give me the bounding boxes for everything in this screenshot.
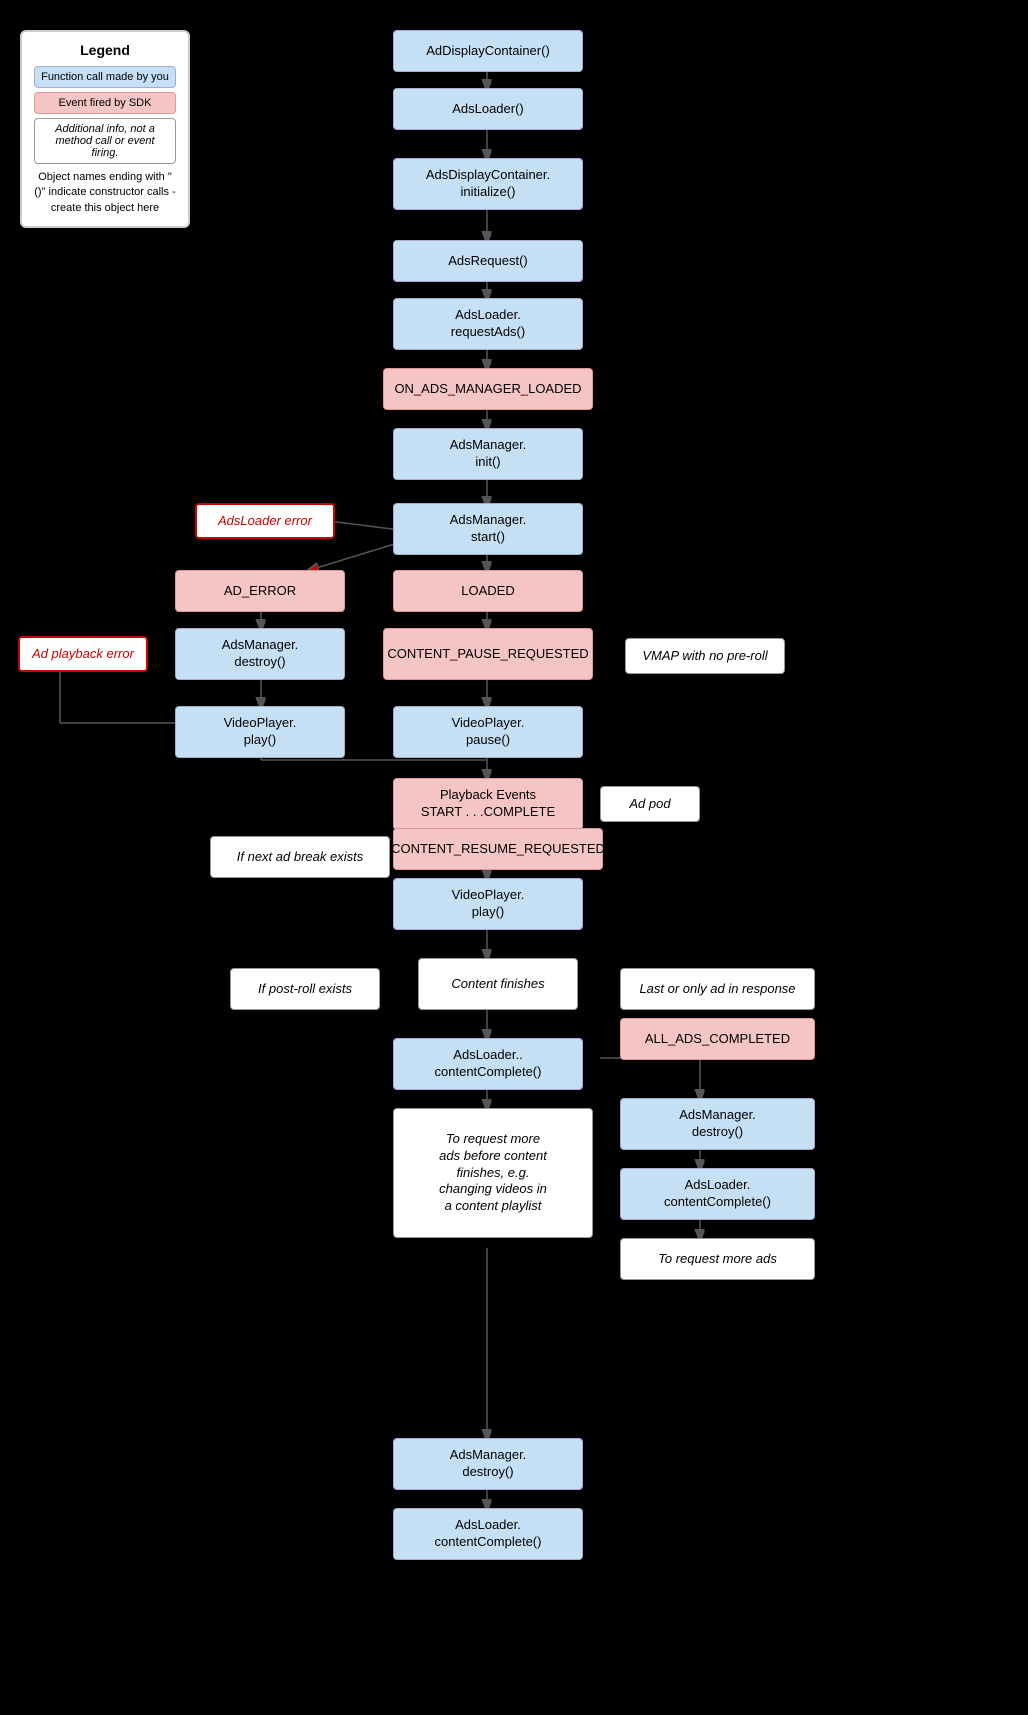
node-ads-loader: AdsLoader() — [393, 88, 583, 130]
node-ad-playback-error: Ad playback error — [18, 636, 148, 672]
legend-title: Legend — [34, 42, 176, 58]
node-ads-loader-request-ads: AdsLoader. requestAds() — [393, 298, 583, 350]
node-loaded: LOADED — [393, 570, 583, 612]
node-video-player-play-left: VideoPlayer. play() — [175, 706, 345, 758]
legend: Legend Function call made by you Event f… — [20, 30, 190, 228]
node-ads-loader-content-complete3: AdsLoader. contentComplete() — [393, 1508, 583, 1560]
legend-footnote: Object names ending with "()" indicate c… — [34, 170, 176, 216]
node-ads-loader-content-complete: AdsLoader.. contentComplete() — [393, 1038, 583, 1090]
node-vmap-no-pre-roll: VMAP with no pre-roll — [625, 638, 785, 674]
node-ads-loader-error: AdsLoader error — [195, 503, 335, 539]
node-video-player-play-center: VideoPlayer. play() — [393, 878, 583, 930]
diagram-container: Legend Function call made by you Event f… — [0, 0, 1028, 1715]
node-to-request-more-ads-before: To request more ads before content finis… — [393, 1108, 593, 1238]
node-ads-manager-init: AdsManager. init() — [393, 428, 583, 480]
legend-additional-info: Additional info, not a method call or ev… — [34, 118, 176, 164]
node-ad-error: AD_ERROR — [175, 570, 345, 612]
node-content-resume-requested: CONTENT_RESUME_REQUESTED — [393, 828, 603, 870]
node-playback-events: Playback Events START . . .COMPLETE — [393, 778, 583, 830]
node-ad-pod: Ad pod — [600, 786, 700, 822]
node-content-finishes: Content finishes — [418, 958, 578, 1010]
legend-function-call: Function call made by you — [34, 66, 176, 88]
node-on-ads-manager-loaded: ON_ADS_MANAGER_LOADED — [383, 368, 593, 410]
node-ad-display-container: AdDisplayContainer() — [393, 30, 583, 72]
node-ads-loader-content-complete2: AdsLoader. contentComplete() — [620, 1168, 815, 1220]
node-ads-manager-destroy2: AdsManager. destroy() — [620, 1098, 815, 1150]
node-ads-manager-destroy3: AdsManager. destroy() — [393, 1438, 583, 1490]
node-last-or-only-ad: Last or only ad in response — [620, 968, 815, 1010]
legend-event-fired: Event fired by SDK — [34, 92, 176, 114]
node-if-next-ad-break: If next ad break exists — [210, 836, 390, 878]
node-ads-manager-destroy: AdsManager. destroy() — [175, 628, 345, 680]
node-content-pause-requested: CONTENT_PAUSE_REQUESTED — [383, 628, 593, 680]
node-ads-display-container-init: AdsDisplayContainer. initialize() — [393, 158, 583, 210]
node-to-request-more-ads: To request more ads — [620, 1238, 815, 1280]
node-video-player-pause: VideoPlayer. pause() — [393, 706, 583, 758]
node-all-ads-completed: ALL_ADS_COMPLETED — [620, 1018, 815, 1060]
node-if-post-roll: If post-roll exists — [230, 968, 380, 1010]
node-ads-request: AdsRequest() — [393, 240, 583, 282]
node-ads-manager-start: AdsManager. start() — [393, 503, 583, 555]
